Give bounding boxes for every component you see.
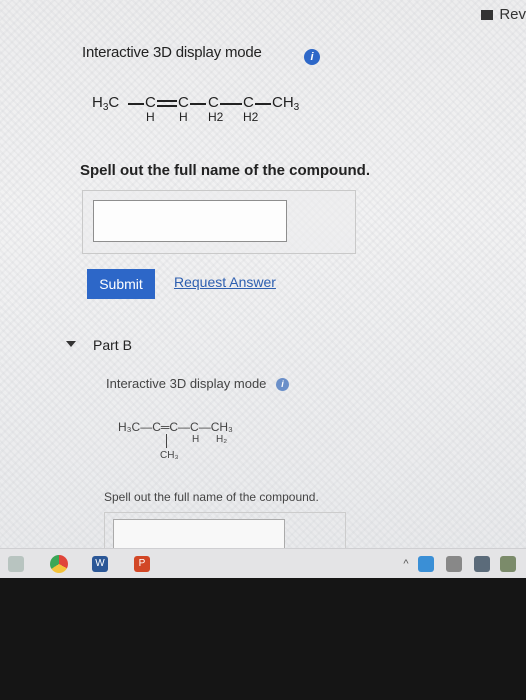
info-icon[interactable]: i bbox=[304, 49, 320, 65]
chrome-icon[interactable] bbox=[50, 555, 68, 573]
formula-atom-h3c: H3C bbox=[92, 94, 120, 113]
answer-input-b[interactable] bbox=[113, 519, 285, 548]
formula-atom-c2: C bbox=[145, 94, 156, 111]
part-b-label[interactable]: Part B bbox=[93, 337, 132, 353]
single-bond bbox=[220, 103, 242, 105]
file-icon[interactable] bbox=[8, 556, 24, 572]
answer-box bbox=[82, 190, 356, 254]
info-icon-b[interactable]: i bbox=[276, 378, 289, 391]
powerpoint-icon[interactable]: P bbox=[134, 556, 150, 572]
review-button[interactable]: Rev bbox=[481, 6, 526, 23]
formula-h2-sub-b: H₂ bbox=[216, 434, 228, 445]
formula-atom-ch3: CH3 bbox=[272, 94, 300, 113]
single-bond bbox=[255, 103, 271, 105]
single-bond bbox=[128, 103, 144, 105]
formula-atom-c4: C bbox=[208, 94, 219, 111]
single-bond bbox=[190, 103, 206, 105]
answer-input[interactable] bbox=[93, 200, 287, 242]
formula-branch-ch3: CH₃ bbox=[160, 450, 179, 461]
question-prompt-b: Spell out the full name of the compound. bbox=[104, 490, 319, 504]
network-icon[interactable] bbox=[418, 556, 434, 572]
request-answer-link[interactable]: Request Answer bbox=[174, 274, 276, 290]
question-prompt: Spell out the full name of the compound. bbox=[80, 162, 370, 179]
double-bond-top bbox=[157, 100, 177, 102]
notification-icon[interactable] bbox=[500, 556, 516, 572]
collapse-arrow-icon[interactable] bbox=[66, 341, 76, 347]
double-bond-bottom bbox=[157, 105, 177, 107]
formula-atom-c3: C bbox=[178, 94, 189, 111]
formula-h-sub-2: H bbox=[179, 110, 188, 124]
branch-bond bbox=[166, 434, 167, 448]
word-icon[interactable]: W bbox=[92, 556, 108, 572]
formula-h-sub-b: H bbox=[192, 434, 200, 445]
taskbar: W P ^ bbox=[0, 548, 526, 579]
answer-box-b bbox=[104, 512, 346, 548]
volume-icon[interactable] bbox=[446, 556, 462, 572]
book-icon bbox=[481, 9, 494, 20]
cloud-icon[interactable] bbox=[474, 556, 490, 572]
up-arrow-icon[interactable]: ^ bbox=[398, 556, 414, 572]
display-mode-title-b: Interactive 3D display mode bbox=[106, 376, 267, 391]
formula-h2-sub-2: H2 bbox=[243, 110, 259, 124]
rev-label: Rev bbox=[499, 6, 526, 23]
formula-atom-c5: C bbox=[243, 94, 254, 111]
monitor-bezel bbox=[0, 578, 526, 700]
formula-h2-sub-1: H2 bbox=[208, 110, 224, 124]
formula-chain-b: H₃C—C═C—C—CH₃ bbox=[118, 420, 233, 434]
display-mode-title: Interactive 3D display mode bbox=[82, 44, 262, 61]
submit-button[interactable]: Submit bbox=[87, 269, 155, 299]
formula-h-sub-1: H bbox=[146, 110, 155, 124]
screen: Rev Interactive 3D display mode i H3C C … bbox=[0, 0, 526, 548]
